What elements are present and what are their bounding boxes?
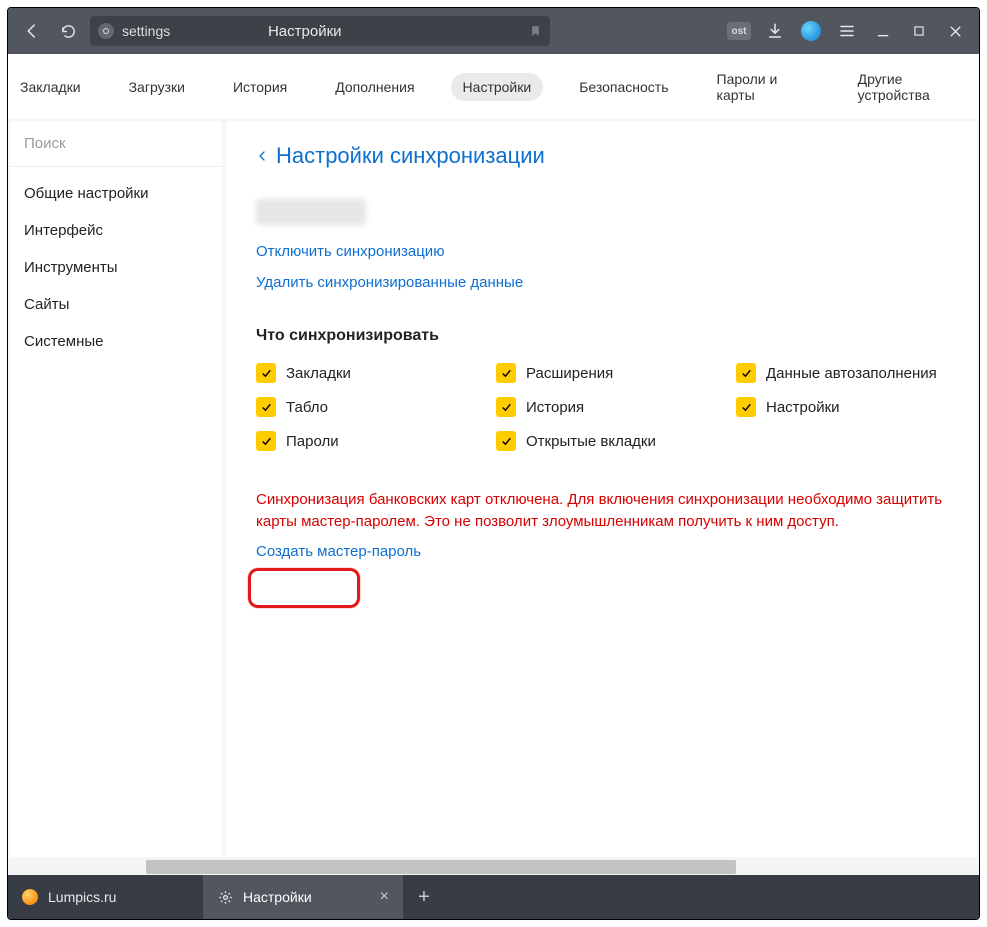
extension-badge[interactable]: ost xyxy=(725,17,753,45)
check-label: Закладки xyxy=(286,365,351,382)
favicon-icon xyxy=(22,889,38,905)
check-label: История xyxy=(526,399,584,416)
browser-tabstrip: Lumpics.ru Настройки × + xyxy=(8,875,979,919)
assistant-icon[interactable] xyxy=(797,17,825,45)
tab-label: Lumpics.ru xyxy=(48,889,116,905)
sync-warning-text: Синхронизация банковских карт отключена.… xyxy=(256,489,947,533)
gear-icon xyxy=(217,889,233,905)
check-settings[interactable]: Настройки xyxy=(736,397,947,417)
check-label: Настройки xyxy=(766,399,840,416)
address-bar[interactable]: settings Настройки xyxy=(90,16,550,46)
highlight-passwords xyxy=(248,568,360,608)
settings-main: Настройки синхронизации Отключить синхро… xyxy=(226,121,977,857)
tab-lumpics[interactable]: Lumpics.ru xyxy=(8,875,203,919)
browser-titlebar: settings Настройки ost xyxy=(8,8,979,54)
check-tablo[interactable]: Табло xyxy=(256,397,486,417)
minimize-button[interactable] xyxy=(869,17,897,45)
sidebar-item-interface[interactable]: Интерфейс xyxy=(10,212,222,249)
scrollbar-thumb[interactable] xyxy=(146,860,736,874)
topnav-bookmarks[interactable]: Закладки xyxy=(8,73,93,101)
check-bookmarks[interactable]: Закладки xyxy=(256,363,486,383)
check-label: Пароли xyxy=(286,433,339,450)
account-name-blurred xyxy=(256,199,366,225)
check-passwords[interactable]: Пароли xyxy=(256,431,486,451)
new-tab-button[interactable]: + xyxy=(403,875,445,919)
topnav-security[interactable]: Безопасность xyxy=(567,73,680,101)
back-chevron-icon[interactable] xyxy=(256,148,268,164)
downloads-icon[interactable] xyxy=(761,17,789,45)
page-title[interactable]: Настройки синхронизации xyxy=(276,143,545,169)
topnav-passwords[interactable]: Пароли и карты xyxy=(705,65,822,109)
sidebar-item-sites[interactable]: Сайты xyxy=(10,286,222,323)
close-window-button[interactable] xyxy=(941,17,969,45)
site-identity-icon xyxy=(98,23,114,39)
check-label: Открытые вкладки xyxy=(526,433,656,450)
url-text: settings xyxy=(122,23,170,39)
maximize-button[interactable] xyxy=(905,17,933,45)
back-button[interactable] xyxy=(18,17,46,45)
check-label: Данные автозаполнения xyxy=(766,365,937,382)
check-extensions[interactable]: Расширения xyxy=(496,363,726,383)
topnav-history[interactable]: История xyxy=(221,73,299,101)
sidebar-item-tools[interactable]: Инструменты xyxy=(10,249,222,286)
check-open-tabs[interactable]: Открытые вкладки xyxy=(496,431,726,451)
bookmark-icon[interactable] xyxy=(529,23,542,39)
tab-label: Настройки xyxy=(243,889,312,905)
check-label: Табло xyxy=(286,399,328,416)
topnav-devices[interactable]: Другие устройства xyxy=(846,65,979,109)
sidebar-item-general[interactable]: Общие настройки xyxy=(10,175,222,212)
check-autofill[interactable]: Данные автозаполнения xyxy=(736,363,947,383)
check-history[interactable]: История xyxy=(496,397,726,417)
sidebar-search[interactable]: Поиск xyxy=(10,121,222,167)
create-master-password-link[interactable]: Создать мастер-пароль xyxy=(256,543,947,560)
disable-sync-link[interactable]: Отключить синхронизацию xyxy=(256,243,947,260)
settings-topnav: Закладки Загрузки История Дополнения Нас… xyxy=(8,54,979,119)
check-label: Расширения xyxy=(526,365,613,382)
topnav-downloads[interactable]: Загрузки xyxy=(117,73,197,101)
reload-button[interactable] xyxy=(54,17,82,45)
sidebar-item-system[interactable]: Системные xyxy=(10,323,222,360)
sync-what-title: Что синхронизировать xyxy=(256,327,947,345)
tab-settings[interactable]: Настройки × xyxy=(203,875,403,919)
close-tab-icon[interactable]: × xyxy=(380,888,389,906)
url-page-title: Настройки xyxy=(268,23,342,40)
settings-sidebar: Поиск Общие настройки Интерфейс Инструме… xyxy=(10,121,222,857)
horizontal-scrollbar[interactable] xyxy=(8,859,979,875)
menu-icon[interactable] xyxy=(833,17,861,45)
topnav-addons[interactable]: Дополнения xyxy=(323,73,426,101)
delete-sync-data-link[interactable]: Удалить синхронизированные данные xyxy=(256,274,947,291)
topnav-settings[interactable]: Настройки xyxy=(451,73,544,101)
